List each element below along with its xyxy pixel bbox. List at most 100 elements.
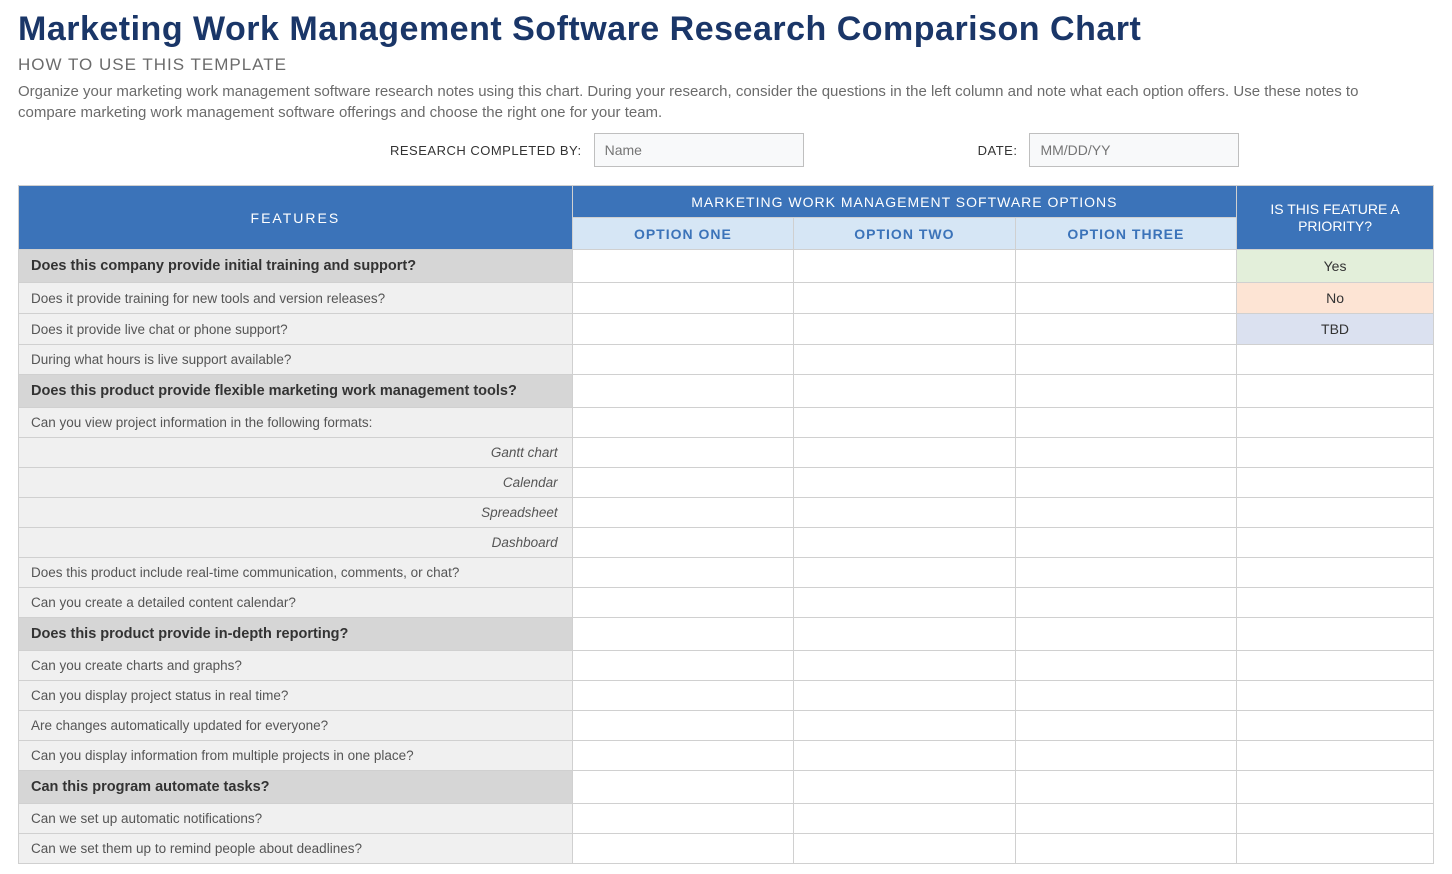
priority-cell[interactable]: Yes xyxy=(1237,250,1434,283)
option-cell[interactable] xyxy=(794,771,1015,804)
option-cell[interactable] xyxy=(572,588,793,618)
table-row: Can we set up automatic notifications? xyxy=(19,804,1434,834)
option-cell[interactable] xyxy=(1015,681,1237,711)
option-cell[interactable] xyxy=(794,375,1015,408)
priority-cell[interactable] xyxy=(1237,651,1434,681)
feature-cell: Does this company provide initial traini… xyxy=(19,250,573,283)
option-cell[interactable] xyxy=(1015,250,1237,283)
priority-cell[interactable] xyxy=(1237,498,1434,528)
option-cell[interactable] xyxy=(1015,314,1237,345)
option-cell[interactable] xyxy=(572,375,793,408)
header-option-two: OPTION TWO xyxy=(794,218,1015,250)
table-row: Can you create a detailed content calend… xyxy=(19,588,1434,618)
priority-cell[interactable] xyxy=(1237,804,1434,834)
option-cell[interactable] xyxy=(794,651,1015,681)
option-cell[interactable] xyxy=(794,804,1015,834)
option-cell[interactable] xyxy=(572,804,793,834)
feature-cell: Does it provide training for new tools a… xyxy=(19,283,573,314)
option-cell[interactable] xyxy=(572,498,793,528)
option-cell[interactable] xyxy=(1015,528,1237,558)
priority-cell[interactable] xyxy=(1237,834,1434,864)
priority-cell[interactable] xyxy=(1237,528,1434,558)
priority-cell[interactable] xyxy=(1237,588,1434,618)
option-cell[interactable] xyxy=(572,651,793,681)
table-row: Does this product provide flexible marke… xyxy=(19,375,1434,408)
option-cell[interactable] xyxy=(572,283,793,314)
option-cell[interactable] xyxy=(1015,618,1237,651)
option-cell[interactable] xyxy=(794,345,1015,375)
option-cell[interactable] xyxy=(794,250,1015,283)
priority-cell[interactable] xyxy=(1237,468,1434,498)
option-cell[interactable] xyxy=(1015,711,1237,741)
meta-row: RESEARCH COMPLETED BY: DATE: xyxy=(18,133,1434,167)
option-cell[interactable] xyxy=(572,741,793,771)
option-cell[interactable] xyxy=(1015,375,1237,408)
option-cell[interactable] xyxy=(794,283,1015,314)
priority-cell[interactable] xyxy=(1237,438,1434,468)
feature-cell: Does this product provide in-depth repor… xyxy=(19,618,573,651)
option-cell[interactable] xyxy=(572,528,793,558)
priority-cell[interactable] xyxy=(1237,618,1434,651)
priority-cell[interactable] xyxy=(1237,345,1434,375)
option-cell[interactable] xyxy=(1015,408,1237,438)
option-cell[interactable] xyxy=(572,250,793,283)
option-cell[interactable] xyxy=(1015,588,1237,618)
option-cell[interactable] xyxy=(572,618,793,651)
date-input[interactable] xyxy=(1029,133,1239,167)
option-cell[interactable] xyxy=(1015,558,1237,588)
option-cell[interactable] xyxy=(1015,283,1237,314)
option-cell[interactable] xyxy=(794,681,1015,711)
option-cell[interactable] xyxy=(1015,468,1237,498)
priority-cell[interactable] xyxy=(1237,408,1434,438)
option-cell[interactable] xyxy=(794,834,1015,864)
option-cell[interactable] xyxy=(1015,771,1237,804)
option-cell[interactable] xyxy=(1015,498,1237,528)
option-cell[interactable] xyxy=(794,558,1015,588)
priority-cell[interactable] xyxy=(1237,741,1434,771)
table-row: Can you display information from multipl… xyxy=(19,741,1434,771)
priority-cell[interactable] xyxy=(1237,681,1434,711)
option-cell[interactable] xyxy=(794,618,1015,651)
option-cell[interactable] xyxy=(572,771,793,804)
option-cell[interactable] xyxy=(572,834,793,864)
option-cell[interactable] xyxy=(572,408,793,438)
option-cell[interactable] xyxy=(794,468,1015,498)
feature-cell: Can you create charts and graphs? xyxy=(19,651,573,681)
header-priority: IS THIS FEATURE A PRIORITY? xyxy=(1237,186,1434,250)
feature-cell: During what hours is live support availa… xyxy=(19,345,573,375)
option-cell[interactable] xyxy=(572,438,793,468)
option-cell[interactable] xyxy=(794,498,1015,528)
option-cell[interactable] xyxy=(572,345,793,375)
table-row: Does this product provide in-depth repor… xyxy=(19,618,1434,651)
option-cell[interactable] xyxy=(1015,804,1237,834)
option-cell[interactable] xyxy=(794,588,1015,618)
header-options-group: MARKETING WORK MANAGEMENT SOFTWARE OPTIO… xyxy=(572,186,1236,218)
option-cell[interactable] xyxy=(794,741,1015,771)
feature-cell: Can this program automate tasks? xyxy=(19,771,573,804)
priority-cell[interactable]: TBD xyxy=(1237,314,1434,345)
priority-cell[interactable] xyxy=(1237,558,1434,588)
option-cell[interactable] xyxy=(794,438,1015,468)
table-row: Can you view project information in the … xyxy=(19,408,1434,438)
option-cell[interactable] xyxy=(794,528,1015,558)
option-cell[interactable] xyxy=(1015,651,1237,681)
option-cell[interactable] xyxy=(572,558,793,588)
option-cell[interactable] xyxy=(572,468,793,498)
option-cell[interactable] xyxy=(572,314,793,345)
option-cell[interactable] xyxy=(794,314,1015,345)
feature-cell: Can you view project information in the … xyxy=(19,408,573,438)
priority-cell[interactable] xyxy=(1237,771,1434,804)
option-cell[interactable] xyxy=(1015,345,1237,375)
table-row: Can you create charts and graphs? xyxy=(19,651,1434,681)
option-cell[interactable] xyxy=(572,711,793,741)
priority-cell[interactable]: No xyxy=(1237,283,1434,314)
research-by-input[interactable] xyxy=(594,133,804,167)
priority-cell[interactable] xyxy=(1237,375,1434,408)
option-cell[interactable] xyxy=(794,711,1015,741)
option-cell[interactable] xyxy=(794,408,1015,438)
option-cell[interactable] xyxy=(1015,438,1237,468)
option-cell[interactable] xyxy=(1015,741,1237,771)
option-cell[interactable] xyxy=(1015,834,1237,864)
option-cell[interactable] xyxy=(572,681,793,711)
priority-cell[interactable] xyxy=(1237,711,1434,741)
